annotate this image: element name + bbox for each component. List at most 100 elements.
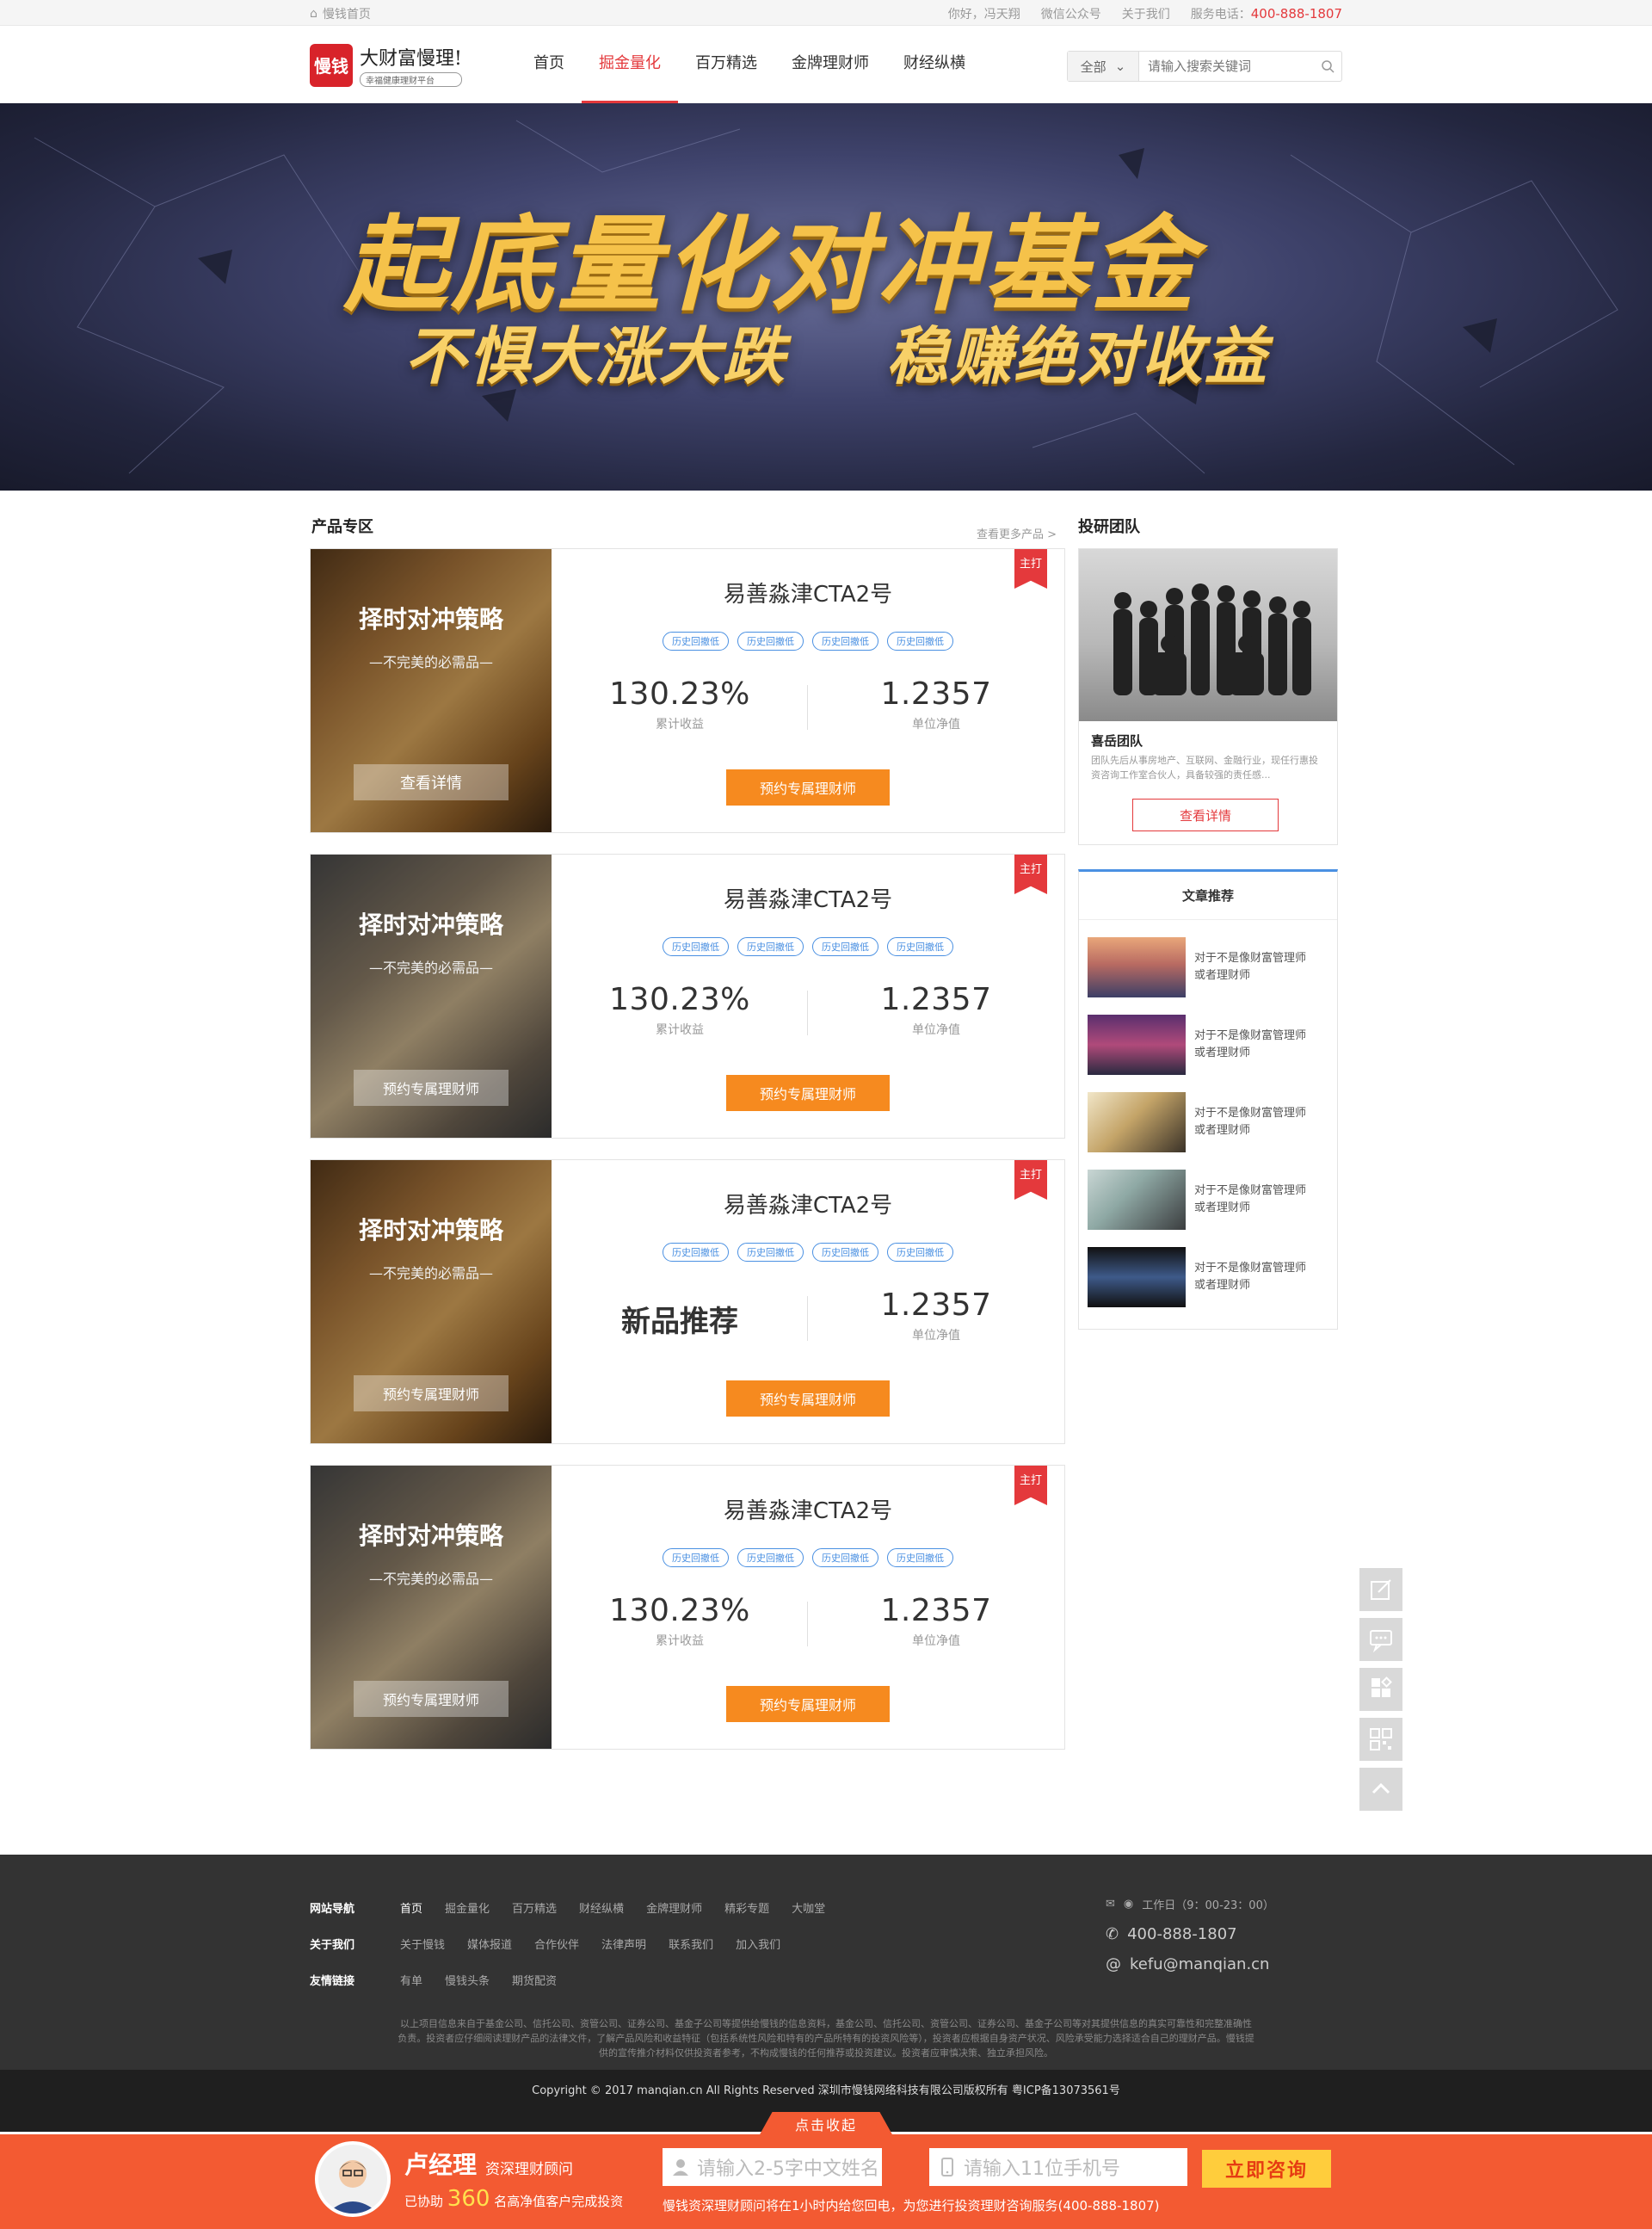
unit-nav-label: 单位净值 [912,1329,960,1343]
unit-nav-value: 1.2357 [880,982,992,1017]
article-title-line: 对于不是像财富管理师 [1194,1262,1307,1275]
wechat-link[interactable]: 微信公众号 [1041,5,1101,22]
unit-nav-label: 单位净值 [912,1023,960,1037]
footer-link[interactable]: 精彩专题 [724,1899,769,1916]
article-title-line: 对于不是像财富管理师 [1194,1029,1307,1042]
footer-link[interactable]: 金牌理财师 [646,1899,702,1916]
product-card: 择时对冲策略 —不完美的必需品— 查看详情 易善淼津CTA2号 历史回撤低 历史… [310,548,1065,833]
product-tag: 历史回撤低 [812,632,878,651]
product-tag: 历史回撤低 [812,1548,878,1567]
cumulative-return-label: 累计收益 [656,718,704,732]
view-details-button[interactable]: 查看详情 [354,764,509,800]
cumulative-return-value: 130.23% [609,676,750,712]
nav-advisors[interactable]: 金牌理财师 [774,26,886,103]
footer-heading: 友情链接 [310,1974,355,1988]
footer-link[interactable]: 加入我们 [736,1936,780,1952]
footer-link[interactable]: 合作伙伴 [534,1936,579,1952]
qr-code-icon[interactable] [1359,1718,1402,1761]
nav-selection[interactable]: 百万精选 [678,26,774,103]
search-input[interactable] [1138,52,1315,81]
advisor-name: 卢经理 [404,2151,478,2179]
footer-link[interactable]: 百万精选 [512,1899,557,1916]
hero-banner[interactable]: 起底量化对冲基金 不惧大涨大跌 稳赚绝对收益 [0,103,1652,491]
footer-email-address[interactable]: kefu@manqian.cn [1130,1955,1269,1973]
footer-heading: 关于我们 [310,1938,355,1952]
book-advisor-button[interactable]: 预约专属理财师 [726,1075,890,1111]
wechat-icon[interactable]: ✉ [1106,1898,1115,1911]
book-advisor-image-button[interactable]: 预约专属理财师 [354,1375,509,1411]
phone-field[interactable]: 请输入11位手机号 [929,2148,1187,2186]
article-item[interactable]: 对于不是像财富管理师 或者理财师 [1079,1170,1337,1230]
more-products-link[interactable]: 查看更多产品 > [977,525,1057,541]
article-item[interactable]: 对于不是像财富管理师 或者理财师 [1079,937,1337,997]
footer-link[interactable]: 期货配资 [512,1972,557,1988]
logo[interactable]: 慢钱 大财富慢理! 幸福健康理财平台 [310,43,462,87]
article-item[interactable]: 对于不是像财富管理师 或者理财师 [1079,1092,1337,1152]
product-name[interactable]: 易善淼津CTA2号 [552,1493,1064,1525]
footer-link[interactable]: 掘金量化 [445,1899,490,1916]
product-name[interactable]: 易善淼津CTA2号 [552,1188,1064,1219]
home-link[interactable]: ⌂ 慢钱首页 [310,5,371,22]
product-tag: 历史回撤低 [663,937,729,956]
footer-hours: ✉ ◉ 工作日（9：00-23：00） [1106,1889,1274,1919]
team-details-button[interactable]: 查看详情 [1132,799,1279,831]
footer-row-friends: 友情链接 有单 慢钱头条 期货配资 [310,1961,848,1997]
team-card: 喜岳团队 团队先后从事房地产、互联网、金融行业，现任行惠投资咨询工作室合伙人，具… [1078,548,1338,845]
articles-title: 文章推荐 [1079,872,1337,920]
footer-link[interactable]: 媒体报道 [467,1936,512,1952]
team-description: 团队先后从事房地产、互联网、金融行业，现任行惠投资咨询工作室合伙人，具备较强的责… [1091,755,1318,781]
assist-count: 360 [447,2186,490,2212]
footer-phone-number: 400-888-1807 [1127,1925,1237,1943]
book-advisor-button[interactable]: 预约专属理财师 [726,1686,890,1722]
product-image-subtitle: —不完美的必需品— [368,1571,493,1587]
unit-nav: 1.2357 单位净值 [808,982,1064,1038]
unit-nav: 1.2357 单位净值 [808,676,1064,732]
weibo-icon[interactable]: ◉ [1124,1898,1133,1911]
greeting[interactable]: 你好，冯天翔 [948,5,1020,22]
product-name[interactable]: 易善淼津CTA2号 [552,577,1064,608]
edit-icon[interactable] [1359,1568,1402,1611]
main-nav: 首页 掘金量化 百万精选 金牌理财师 财经纵横 [516,26,983,103]
article-item[interactable]: 对于不是像财富管理师 或者理财师 [1079,1247,1337,1307]
product-name[interactable]: 易善淼津CTA2号 [552,882,1064,914]
advisor-title: 资深理财顾问 [485,2161,573,2178]
nav-finance[interactable]: 财经纵横 [886,26,983,103]
logo-tagline: 幸福健康理财平台 [360,72,462,87]
footer-link[interactable]: 大咖堂 [792,1899,825,1916]
footer-link[interactable]: 关于慢钱 [400,1936,445,1952]
footer-link[interactable]: 联系我们 [669,1936,713,1952]
consult-now-button[interactable]: 立即咨询 [1202,2150,1331,2188]
product-card: 择时对冲策略 —不完美的必需品— 预约专属理财师 易善淼津CTA2号 历史回撤低… [310,1465,1065,1750]
app-grid-icon[interactable] [1359,1668,1402,1711]
footer-link[interactable]: 财经纵横 [579,1899,624,1916]
product-card: 择时对冲策略 —不完美的必需品— 预约专属理财师 易善淼津CTA2号 历史回撤低… [310,1159,1065,1444]
article-item[interactable]: 对于不是像财富管理师 或者理财师 [1079,1015,1337,1075]
search-icon[interactable] [1315,52,1341,81]
nav-quant[interactable]: 掘金量化 [582,26,678,103]
name-field[interactable]: 请输入2-5字中文姓名 [663,2148,882,2186]
advisor-portrait [318,2145,387,2214]
phone-icon: ✆ [1106,1925,1119,1943]
book-advisor-image-button[interactable]: 预约专属理财师 [354,1070,509,1106]
about-link[interactable]: 关于我们 [1122,5,1170,22]
back-to-top-icon[interactable] [1359,1768,1402,1811]
nav-home[interactable]: 首页 [516,26,582,103]
article-title-line: 或者理财师 [1194,969,1251,982]
cumulative-return: 130.23% 累计收益 [552,1593,808,1649]
article-thumbnail [1088,1092,1186,1152]
cumulative-return: 130.23% 累计收益 [552,676,808,732]
book-advisor-button[interactable]: 预约专属理财师 [726,769,890,806]
article-thumbnail [1088,1170,1186,1230]
footer-link[interactable]: 有单 [400,1972,422,1988]
book-advisor-button[interactable]: 预约专属理财师 [726,1380,890,1417]
footer-link[interactable]: 法律声明 [601,1936,646,1952]
at-icon: @ [1106,1955,1121,1973]
footer-link[interactable]: 首页 [400,1899,422,1916]
chat-icon[interactable] [1359,1618,1402,1661]
collapse-tab[interactable]: 点击收起 [759,2112,893,2136]
search-category-select[interactable]: 全部 ⌄ [1068,52,1139,81]
recommended-articles: 文章推荐 对于不是像财富管理师 或者理财师 对于不是像财富管理师 或者理财师 对于不… [1078,869,1338,1330]
footer-link[interactable]: 慢钱头条 [445,1972,490,1988]
book-advisor-image-button[interactable]: 预约专属理财师 [354,1681,509,1717]
search-box: 全部 ⌄ [1067,51,1342,82]
